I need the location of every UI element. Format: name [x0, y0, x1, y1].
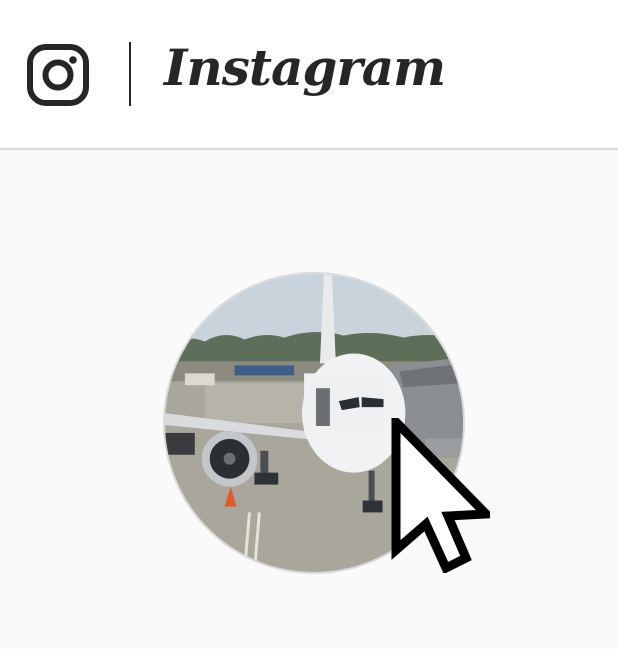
header-divider [129, 42, 131, 106]
instagram-wordmark[interactable]: Instagram [164, 38, 446, 97]
top-header: Instagram [0, 0, 618, 150]
instagram-glyph-icon[interactable] [26, 43, 90, 107]
mouse-cursor-icon [390, 410, 497, 575]
